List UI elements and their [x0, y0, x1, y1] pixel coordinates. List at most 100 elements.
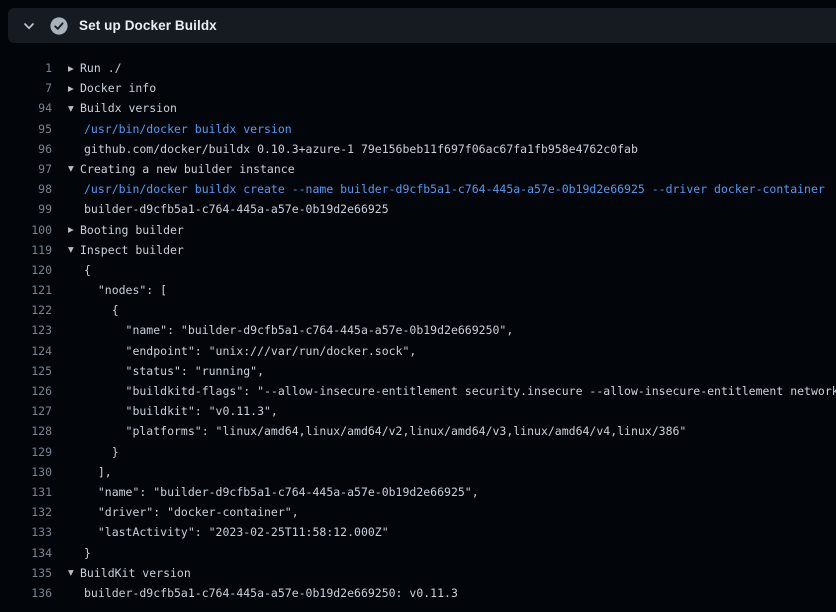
log-line: 121 "nodes": [ — [0, 280, 836, 300]
group-title: Buildx version — [80, 101, 177, 115]
output-text: } — [84, 442, 119, 462]
command-text: /usr/bin/docker buildx version — [84, 119, 292, 139]
log-line: 96 github.com/docker/buildx 0.10.3+azure… — [0, 139, 836, 159]
group-row-content: ▼Buildx version — [68, 98, 177, 118]
group-row-content: ▶Docker info — [68, 78, 156, 98]
group-title: Docker info — [80, 81, 156, 95]
line-number[interactable]: 100 — [0, 220, 52, 240]
output-text: "name": "builder-d9cfb5a1-c764-445a-a57e… — [84, 320, 513, 340]
line-number[interactable]: 130 — [0, 462, 52, 482]
log-line[interactable]: 94 ▼Buildx version — [0, 98, 836, 118]
output-text: "name": "builder-d9cfb5a1-c764-445a-a57e… — [84, 482, 479, 502]
log-line: 132 "driver": "docker-container", — [0, 502, 836, 522]
group-title: Run ./ — [80, 61, 122, 75]
line-number[interactable]: 128 — [0, 421, 52, 441]
group-title: Inspect builder — [80, 243, 184, 257]
output-text: "platforms": "linux/amd64,linux/amd64/v2… — [84, 421, 686, 441]
line-number[interactable]: 129 — [0, 442, 52, 462]
triangle-right-icon: ▶ — [68, 59, 80, 79]
line-number[interactable]: 123 — [0, 320, 52, 340]
output-text: ], — [84, 462, 112, 482]
command-text: /usr/bin/docker buildx create --name bui… — [84, 179, 825, 199]
triangle-right-icon: ▶ — [68, 79, 80, 99]
log-line: 120 { — [0, 260, 836, 280]
log-line: 134 } — [0, 543, 836, 563]
group-row-content: ▶Booting builder — [68, 220, 184, 240]
line-number[interactable]: 121 — [0, 280, 52, 300]
line-number[interactable]: 98 — [0, 179, 52, 199]
triangle-down-icon: ▼ — [68, 563, 80, 583]
log-lines: 1 ▶Run ./ 7 ▶Docker info 94 ▼Buildx vers… — [0, 58, 836, 603]
group-title: BuildKit version — [80, 566, 191, 580]
log-line: 99 builder-d9cfb5a1-c764-445a-a57e-0b19d… — [0, 199, 836, 219]
log-container: 1 ▶Run ./ 7 ▶Docker info 94 ▼Buildx vers… — [0, 58, 836, 603]
line-number[interactable]: 120 — [0, 260, 52, 280]
log-line: 125 "status": "running", — [0, 361, 836, 381]
output-text: "nodes": [ — [84, 280, 167, 300]
group-title: Booting builder — [80, 223, 184, 237]
step-header[interactable]: Set up Docker Buildx — [8, 8, 836, 43]
log-line: 129 } — [0, 442, 836, 462]
output-text: "status": "running", — [84, 361, 264, 381]
output-text: builder-d9cfb5a1-c764-445a-a57e-0b19d2e6… — [84, 199, 389, 219]
log-line: 136 builder-d9cfb5a1-c764-445a-a57e-0b19… — [0, 583, 836, 603]
log-line: 133 "lastActivity": "2023-02-25T11:58:12… — [0, 522, 836, 542]
line-number[interactable]: 99 — [0, 199, 52, 219]
log-line: 131 "name": "builder-d9cfb5a1-c764-445a-… — [0, 482, 836, 502]
log-line: 95 /usr/bin/docker buildx version — [0, 119, 836, 139]
group-title: Creating a new builder instance — [80, 162, 295, 176]
group-row-content: ▼Inspect builder — [68, 240, 184, 260]
chevron-down-icon[interactable] — [21, 18, 37, 34]
log-line[interactable]: 100 ▶Booting builder — [0, 220, 836, 240]
line-number[interactable]: 132 — [0, 502, 52, 522]
log-line[interactable]: 97 ▼Creating a new builder instance — [0, 159, 836, 179]
output-text: "buildkitd-flags": "--allow-insecure-ent… — [84, 381, 836, 401]
log-line: 130 ], — [0, 462, 836, 482]
line-number[interactable]: 134 — [0, 543, 52, 563]
line-number[interactable]: 124 — [0, 341, 52, 361]
line-number[interactable]: 94 — [0, 98, 52, 118]
line-number[interactable]: 96 — [0, 139, 52, 159]
line-number[interactable]: 136 — [0, 583, 52, 603]
line-number[interactable]: 125 — [0, 361, 52, 381]
output-text: "buildkit": "v0.11.3", — [84, 401, 278, 421]
output-text: } — [84, 543, 91, 563]
output-text: builder-d9cfb5a1-c764-445a-a57e-0b19d2e6… — [84, 583, 458, 603]
log-line: 127 "buildkit": "v0.11.3", — [0, 401, 836, 421]
triangle-down-icon: ▼ — [68, 240, 80, 260]
line-number[interactable]: 135 — [0, 563, 52, 583]
output-text: "driver": "docker-container", — [84, 502, 299, 522]
line-number[interactable]: 1 — [0, 58, 52, 78]
group-row-content: ▶Run ./ — [68, 58, 122, 78]
triangle-down-icon: ▼ — [68, 99, 80, 119]
line-number[interactable]: 95 — [0, 119, 52, 139]
output-text: { — [84, 300, 119, 320]
line-number[interactable]: 119 — [0, 240, 52, 260]
log-line: 126 "buildkitd-flags": "--allow-insecure… — [0, 381, 836, 401]
log-line: 122 { — [0, 300, 836, 320]
triangle-right-icon: ▶ — [68, 220, 80, 240]
line-number[interactable]: 127 — [0, 401, 52, 421]
line-number[interactable]: 126 — [0, 381, 52, 401]
log-line[interactable]: 135 ▼BuildKit version — [0, 563, 836, 583]
group-row-content: ▼BuildKit version — [68, 563, 191, 583]
output-text: github.com/docker/buildx 0.10.3+azure-1 … — [84, 139, 638, 159]
log-line[interactable]: 7 ▶Docker info — [0, 78, 836, 98]
line-number[interactable]: 131 — [0, 482, 52, 502]
log-line: 128 "platforms": "linux/amd64,linux/amd6… — [0, 421, 836, 441]
line-number[interactable]: 122 — [0, 300, 52, 320]
step-title: Set up Docker Buildx — [79, 18, 217, 33]
line-number[interactable]: 7 — [0, 78, 52, 98]
output-text: { — [84, 260, 91, 280]
triangle-down-icon: ▼ — [68, 159, 80, 179]
group-row-content: ▼Creating a new builder instance — [68, 159, 295, 179]
log-line: 98 /usr/bin/docker buildx create --name … — [0, 179, 836, 199]
output-text: "endpoint": "unix:///var/run/docker.sock… — [84, 341, 416, 361]
output-text: "lastActivity": "2023-02-25T11:58:12.000… — [84, 522, 389, 542]
log-line: 123 "name": "builder-d9cfb5a1-c764-445a-… — [0, 320, 836, 340]
line-number[interactable]: 133 — [0, 522, 52, 542]
log-line[interactable]: 119 ▼Inspect builder — [0, 240, 836, 260]
log-line: 124 "endpoint": "unix:///var/run/docker.… — [0, 341, 836, 361]
log-line[interactable]: 1 ▶Run ./ — [0, 58, 836, 78]
line-number[interactable]: 97 — [0, 159, 52, 179]
